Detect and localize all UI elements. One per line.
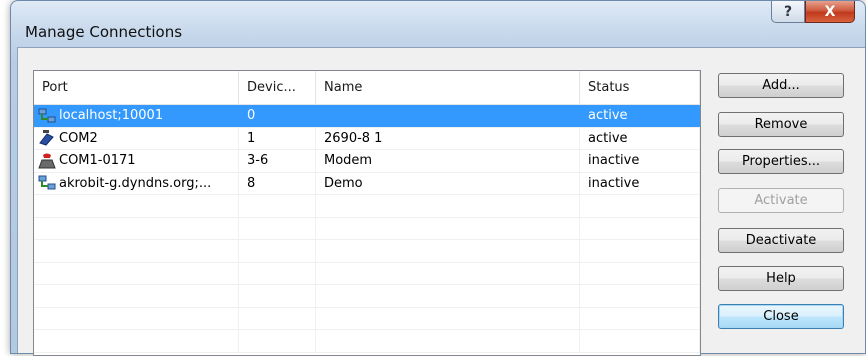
list-row-com1[interactable]: COM1-0171 3-6 Modem inactive bbox=[34, 150, 700, 173]
port-label: COM1-0171 bbox=[59, 153, 136, 169]
name-cell: Modem bbox=[316, 150, 580, 172]
status-cell: active bbox=[580, 127, 700, 149]
column-header-name[interactable]: Name bbox=[316, 71, 580, 104]
activate-button[interactable]: Activate bbox=[718, 188, 844, 213]
status-cell: inactive bbox=[580, 172, 700, 194]
help-button[interactable]: Help bbox=[718, 266, 844, 291]
network-icon bbox=[38, 108, 56, 123]
dialog-title: Manage Connections bbox=[25, 23, 183, 41]
dialog-window: Manage Connections ? X Port Devic... Nam… bbox=[10, 0, 866, 356]
help-caption-button[interactable]: ? bbox=[771, 1, 805, 23]
list-header: Port Devic... Name Status bbox=[34, 71, 700, 105]
add-button[interactable]: Add... bbox=[718, 73, 844, 98]
column-header-status[interactable]: Status bbox=[580, 71, 700, 104]
remove-button[interactable]: Remove bbox=[718, 112, 844, 137]
port-label: localhost;10001 bbox=[59, 108, 164, 124]
name-cell: Demo bbox=[316, 172, 580, 194]
port-cell: COM2 bbox=[34, 127, 239, 149]
status-cell: active bbox=[580, 105, 700, 127]
status-cell: inactive bbox=[580, 150, 700, 172]
properties-button[interactable]: Properties... bbox=[718, 149, 844, 174]
device-cell: 3-6 bbox=[239, 150, 316, 172]
serial-cable-icon bbox=[39, 130, 54, 146]
column-header-port[interactable]: Port bbox=[34, 71, 239, 104]
network-icon bbox=[38, 175, 56, 190]
list-row-com2[interactable]: COM2 1 2690-8 1 active bbox=[34, 127, 700, 150]
empty-row bbox=[34, 195, 700, 218]
column-header-device[interactable]: Devic... bbox=[239, 71, 316, 104]
empty-row bbox=[34, 240, 700, 263]
empty-row bbox=[34, 262, 700, 285]
caption-buttons: ? X bbox=[771, 1, 855, 23]
modem-phone-icon bbox=[38, 153, 56, 169]
name-cell: 2690-8 1 bbox=[316, 127, 580, 149]
port-cell: akrobit-g.dyndns.org;... bbox=[34, 172, 239, 194]
close-x-icon: X bbox=[824, 3, 836, 20]
port-cell: localhost;10001 bbox=[34, 105, 239, 127]
question-mark-icon: ? bbox=[783, 3, 793, 20]
deactivate-button[interactable]: Deactivate bbox=[718, 228, 844, 253]
connections-list[interactable]: Port Devic... Name Status localhost;1000… bbox=[33, 70, 701, 356]
name-cell bbox=[316, 105, 580, 127]
close-caption-button[interactable]: X bbox=[805, 1, 855, 23]
dialog-client-area: Port Devic... Name Status localhost;1000… bbox=[17, 47, 865, 356]
port-cell: COM1-0171 bbox=[34, 150, 239, 172]
port-label: akrobit-g.dyndns.org;... bbox=[59, 175, 212, 191]
empty-row bbox=[34, 330, 700, 353]
empty-row bbox=[34, 217, 700, 240]
port-label: COM2 bbox=[59, 130, 98, 146]
device-cell: 0 bbox=[239, 105, 316, 127]
empty-row bbox=[34, 307, 700, 330]
device-cell: 1 bbox=[239, 127, 316, 149]
list-row-akrobit[interactable]: akrobit-g.dyndns.org;... 8 Demo inactive bbox=[34, 172, 700, 195]
close-button[interactable]: Close bbox=[718, 304, 844, 329]
list-row-localhost[interactable]: localhost;10001 0 active bbox=[34, 105, 700, 128]
empty-row bbox=[34, 285, 700, 308]
device-cell: 8 bbox=[239, 172, 316, 194]
